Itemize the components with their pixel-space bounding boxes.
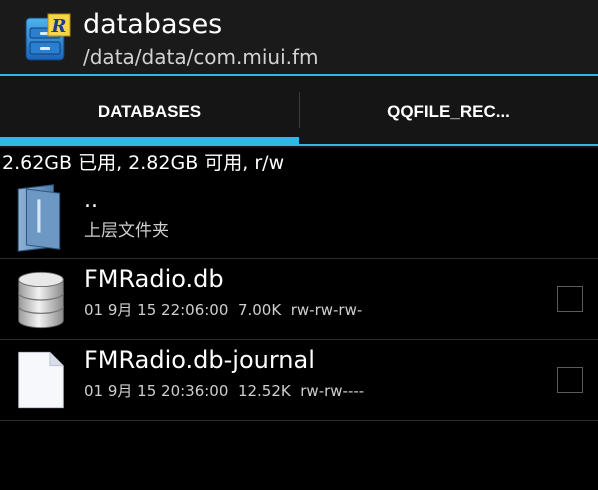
file-permissions: rw-rw-rw- bbox=[290, 301, 363, 319]
selected-tab-indicator bbox=[0, 137, 299, 146]
folder-path: /data/data/com.miui.fm bbox=[83, 45, 319, 69]
file-name: FMRadio.db-journal bbox=[84, 346, 315, 374]
file-date: 01 9月 15 22:06:00 bbox=[84, 301, 229, 319]
file-select-checkbox[interactable] bbox=[557, 367, 583, 393]
folder-title: databases bbox=[83, 9, 223, 40]
file-permissions: rw-rw---- bbox=[300, 382, 365, 400]
parent-folder-label: 上层文件夹 bbox=[84, 221, 169, 241]
tab-qqfile-rec[interactable]: QQFILE_REC... bbox=[299, 76, 598, 148]
parent-folder-name: .. bbox=[84, 188, 98, 213]
folder-up-icon bbox=[17, 184, 61, 252]
file-select-checkbox[interactable] bbox=[557, 286, 583, 312]
file-meta: 01 9月 15 22:06:00 7.00K rw-rw-rw- bbox=[84, 300, 362, 320]
file-size: 7.00K bbox=[237, 301, 282, 319]
list-item-file[interactable]: FMRadio.db-journal 01 9月 15 20:36:00 12.… bbox=[0, 340, 598, 420]
file-date: 01 9月 15 20:36:00 bbox=[84, 382, 229, 400]
storage-info: 2.62GB 已用, 2.82GB 可用, r/w bbox=[2, 152, 285, 174]
list-item-file[interactable]: FMRadio.db 01 9月 15 22:06:00 7.00K rw-rw… bbox=[0, 259, 598, 339]
file-meta: 01 9月 15 20:36:00 12.52K rw-rw---- bbox=[84, 381, 364, 401]
tab-underline bbox=[299, 144, 598, 146]
document-icon bbox=[18, 351, 64, 409]
action-bar: R databases /data/data/com.miui.fm bbox=[0, 0, 598, 74]
svg-text:R: R bbox=[51, 16, 67, 37]
row-divider bbox=[0, 420, 598, 421]
database-icon bbox=[18, 271, 64, 329]
file-name: FMRadio.db bbox=[84, 265, 224, 293]
list-item-parent-folder[interactable]: .. 上层文件夹 bbox=[0, 178, 598, 258]
root-explorer-app-icon[interactable]: R bbox=[24, 12, 72, 62]
file-size: 12.52K bbox=[237, 382, 291, 400]
